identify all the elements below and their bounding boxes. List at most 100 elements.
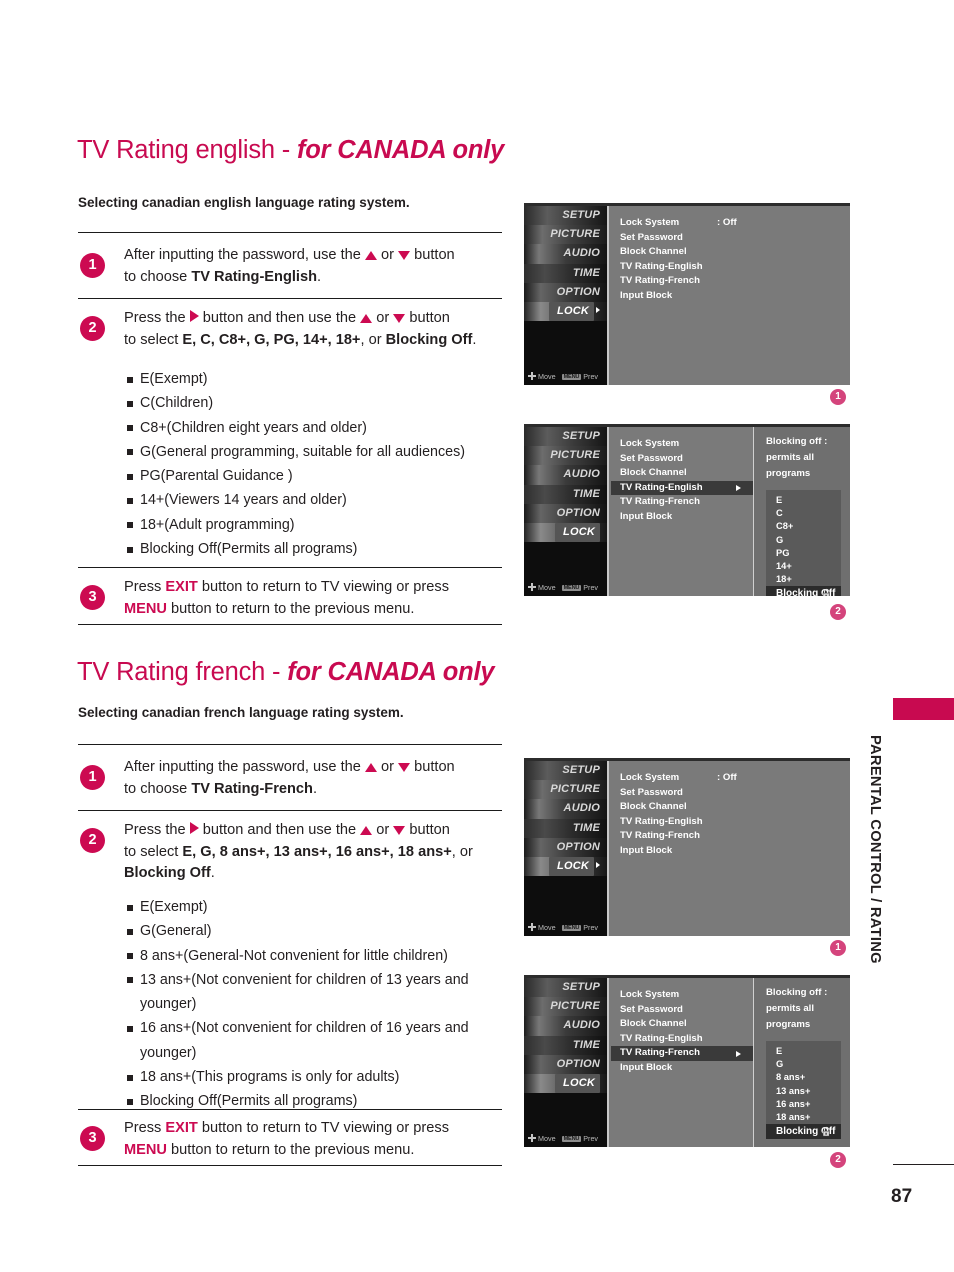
osd-rail-item-audio[interactable]: AUDIO (524, 1016, 607, 1036)
osd-rating-option[interactable]: E (766, 494, 841, 507)
osd-rating-option[interactable]: G (766, 1058, 841, 1071)
fr-step2-line3-post: . (210, 865, 215, 881)
osd-menu-item-input-block[interactable]: Input Block (611, 510, 753, 525)
osd-menu-item-lock-system[interactable]: Lock System (611, 437, 753, 452)
osd-rating-option[interactable]: 18 ans+ (766, 1111, 841, 1124)
osd-menu-item-tv-rating-english[interactable]: TV Rating-English (611, 1032, 753, 1047)
osd-menu-item-block-channel[interactable]: Block Channel (611, 466, 753, 481)
osd-rail-item-picture[interactable]: PICTURE (524, 446, 607, 466)
osd-menu-item-block-channel[interactable]: Block Channel (611, 245, 850, 260)
osd-menu-item-set-password[interactable]: Set Password (611, 786, 850, 801)
osd-rail-item-time[interactable]: TIME (524, 818, 607, 838)
osd-rating-option-selected[interactable]: Blocking Off (766, 586, 841, 596)
dpad-icon (528, 372, 536, 380)
osd-menu-list: Lock System: Off Set Password Block Channe… (611, 206, 850, 385)
osd-menu-item-label: TV Rating-English (620, 260, 703, 272)
osd-rail-label: PICTURE (550, 783, 600, 796)
osd-rating-option[interactable]: C (766, 507, 841, 520)
section-title-french-italic: for CANADA only (287, 658, 495, 686)
step2-line1-mid2: or (372, 310, 394, 326)
osd-rail-item-setup[interactable]: SETUP (524, 978, 607, 998)
osd-help-prev-label: Prev (583, 923, 599, 932)
step-badge-2-english: 2 (80, 316, 105, 341)
rating-definition-text: Blocking Off(Permits all programs) (140, 541, 358, 558)
osd-rail-item-option[interactable]: OPTION (524, 1054, 607, 1074)
step1-line2-bold: TV Rating-English (191, 268, 318, 285)
osd-rail-item-lock[interactable]: LOCK (524, 1073, 607, 1094)
osd-rail-item-setup[interactable]: SETUP (524, 206, 607, 226)
osd-screenshot: SETUP PICTURE AUDIO TIME OPTION LOCK Move MENU P… (524, 203, 850, 385)
osd-menu-item-tv-rating-french[interactable]: TV Rating-French (611, 495, 753, 510)
rating-definition-item: E(Exempt) (124, 895, 506, 919)
osd-rail-item-setup[interactable]: SETUP (524, 761, 607, 781)
osd-menu-item-tv-rating-english[interactable]: TV Rating-English (611, 480, 753, 496)
osd-menu-item-lock-system[interactable]: Lock System: Off (611, 216, 850, 231)
osd-menu-item-tv-rating-french[interactable]: TV Rating-French (611, 829, 850, 844)
osd-menu-item-tv-rating-french[interactable]: TV Rating-French (611, 1046, 753, 1061)
osd-rating-option[interactable]: 18+ (766, 573, 841, 586)
osd-rail-item-time[interactable]: TIME (524, 484, 607, 504)
osd-menu-item-input-block[interactable]: Input Block (611, 289, 850, 304)
osd-menu-item-block-channel[interactable]: Block Channel (611, 800, 850, 815)
step-badge-1-english: 1 (80, 253, 105, 278)
osd-rail-item-audio[interactable]: AUDIO (524, 799, 607, 819)
osd-rating-option[interactable]: E (766, 1045, 841, 1058)
osd-menu-item-set-password[interactable]: Set Password (611, 231, 850, 246)
up-arrow-icon (364, 251, 377, 260)
fr-step1-line1-pre: After inputting the password, use the (124, 759, 365, 775)
osd-rating-option[interactable]: G (766, 534, 841, 547)
fr-step2-line1-end: button (405, 822, 450, 838)
osd-rail-item-lock[interactable]: LOCK (524, 856, 607, 877)
osd-menu-item-lock-system[interactable]: Lock System: Off (611, 771, 850, 786)
step3-line1-rest: button to return to TV viewing or press (197, 579, 449, 595)
osd-rating-option-selected[interactable]: Blocking Off (766, 1124, 841, 1140)
osd-rail-item-picture[interactable]: PICTURE (524, 780, 607, 800)
rating-definition-item: G(General) (124, 919, 506, 943)
osd-rating-option[interactable]: 16 ans+ (766, 1098, 841, 1111)
osd-rail-item-audio[interactable]: AUDIO (524, 244, 607, 264)
osd-menu-item-lock-system[interactable]: Lock System (611, 988, 753, 1003)
osd-rail-item-time[interactable]: TIME (524, 263, 607, 283)
section-title-french: TV Rating french - for CANADA only (77, 658, 495, 687)
osd-rail-item-lock[interactable]: LOCK (524, 301, 607, 322)
osd-rail-label: OPTION (556, 285, 600, 298)
osd-menu-item-label: Lock System (620, 989, 680, 1000)
osd-menu-item-set-password[interactable]: Set Password (611, 452, 753, 467)
osd-rail-item-picture[interactable]: PICTURE (524, 225, 607, 245)
osd-rail-item-option[interactable]: OPTION (524, 503, 607, 523)
figure-number-badge: 2 (830, 604, 846, 620)
osd-menu-item-set-password[interactable]: Set Password (611, 1003, 753, 1018)
osd-rating-option[interactable]: 14+ (766, 560, 841, 573)
osd-menu-item-block-channel[interactable]: Block Channel (611, 1017, 753, 1032)
osd-rail-label: SETUP (562, 981, 600, 993)
osd-rating-option[interactable]: 8 ans+ (766, 1071, 841, 1084)
osd-rating-option[interactable]: C8+ (766, 520, 841, 533)
osd-rail-item-option[interactable]: OPTION (524, 282, 607, 302)
osd-rail-item-time[interactable]: TIME (524, 1035, 607, 1055)
section-title-english-normal: TV Rating english - (77, 136, 297, 164)
osd-rail-item-setup[interactable]: SETUP (524, 427, 607, 447)
osd-menu-item-label: Set Password (620, 1003, 683, 1015)
fr-step1-line2-post: . (312, 780, 318, 797)
osd-rating-option[interactable]: PG (766, 547, 841, 560)
step-badge-3-french: 3 (80, 1126, 105, 1151)
osd-menu-item-label: Block Channel (620, 246, 687, 258)
osd-menu-item-tv-rating-english[interactable]: TV Rating-English (611, 815, 850, 830)
rating-definition-text: C(Children) (140, 395, 214, 412)
osd-rail-item-lock[interactable]: LOCK (524, 522, 607, 543)
figure-number-badge: 1 (830, 940, 846, 956)
osd-menu-item-tv-rating-english[interactable]: TV Rating-English (611, 260, 850, 275)
osd-menu-item-input-block[interactable]: Input Block (611, 1061, 753, 1076)
osd-rail-item-option[interactable]: OPTION (524, 837, 607, 857)
osd-help-bar: Move MENU Prev (528, 923, 598, 932)
osd-rail-item-picture[interactable]: PICTURE (524, 997, 607, 1017)
divider (78, 810, 502, 812)
osd-rating-option[interactable]: 13 ans+ (766, 1085, 841, 1098)
osd-menu-item-tv-rating-french[interactable]: TV Rating-French (611, 274, 850, 289)
osd-menu-item-input-block[interactable]: Input Block (611, 844, 850, 859)
osd-rail-label: SETUP (562, 430, 600, 442)
osd-rail-item-audio[interactable]: AUDIO (524, 465, 607, 485)
osd-menu-item-label: Lock System (620, 438, 680, 449)
osd-menu-item-label: Input Block (620, 1061, 673, 1073)
osd-rail-label: PICTURE (550, 1000, 600, 1013)
